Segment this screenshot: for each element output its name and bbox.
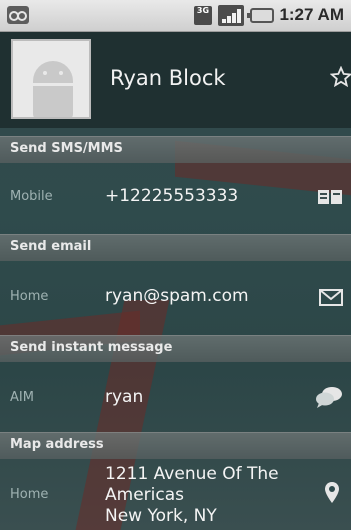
network-label: 3G: [196, 6, 210, 15]
voicemail-icon: [7, 6, 29, 24]
status-bar: 3G 1:27 AM: [0, 0, 351, 32]
address-line: New York, NY: [105, 506, 217, 526]
clock: 1:27 AM: [279, 5, 344, 24]
section-title: Send instant message: [10, 340, 173, 355]
im-handle: ryan: [105, 387, 144, 407]
address: 1211 Avenue Of The Americas New York, NY: [105, 464, 279, 527]
email-row[interactable]: Home ryan@spam.com: [0, 261, 351, 333]
email-type-label: Home: [10, 289, 49, 304]
sms-row[interactable]: Mobile +12225553333: [0, 163, 351, 233]
address-line: 1211 Avenue Of The: [105, 464, 279, 484]
im-type-label: AIM: [10, 390, 34, 405]
map-row[interactable]: Home 1211 Avenue Of The Americas New Yor…: [0, 459, 351, 530]
section-header-im: Send instant message: [0, 335, 351, 362]
map-pin-icon[interactable]: [324, 481, 340, 505]
section-title: Map address: [10, 437, 104, 452]
section-title: Send email: [10, 239, 92, 254]
sms-icon[interactable]: [317, 187, 343, 207]
network-3g-icon: 3G: [194, 6, 212, 25]
address-line: Americas: [105, 485, 184, 505]
section-header-sms: Send SMS/MMS: [0, 136, 351, 163]
star-icon[interactable]: [330, 66, 351, 88]
address-type-label: Home: [10, 487, 49, 502]
section-title: Send SMS/MMS: [10, 141, 123, 156]
im-row[interactable]: AIM ryan: [0, 362, 351, 433]
section-header-email: Send email: [0, 234, 351, 261]
envelope-icon[interactable]: [319, 289, 343, 306]
phone-number: +12225553333: [105, 186, 239, 206]
battery-icon: [247, 8, 274, 23]
section-header-map: Map address: [0, 432, 351, 459]
chat-bubbles-icon[interactable]: [315, 386, 343, 408]
email-address: ryan@spam.com: [105, 286, 249, 306]
contact-name: Ryan Block: [110, 66, 226, 90]
signal-icon: [218, 5, 244, 26]
avatar[interactable]: [11, 39, 91, 119]
contact-header: Ryan Block: [0, 32, 351, 128]
phone-type-label: Mobile: [10, 189, 53, 204]
